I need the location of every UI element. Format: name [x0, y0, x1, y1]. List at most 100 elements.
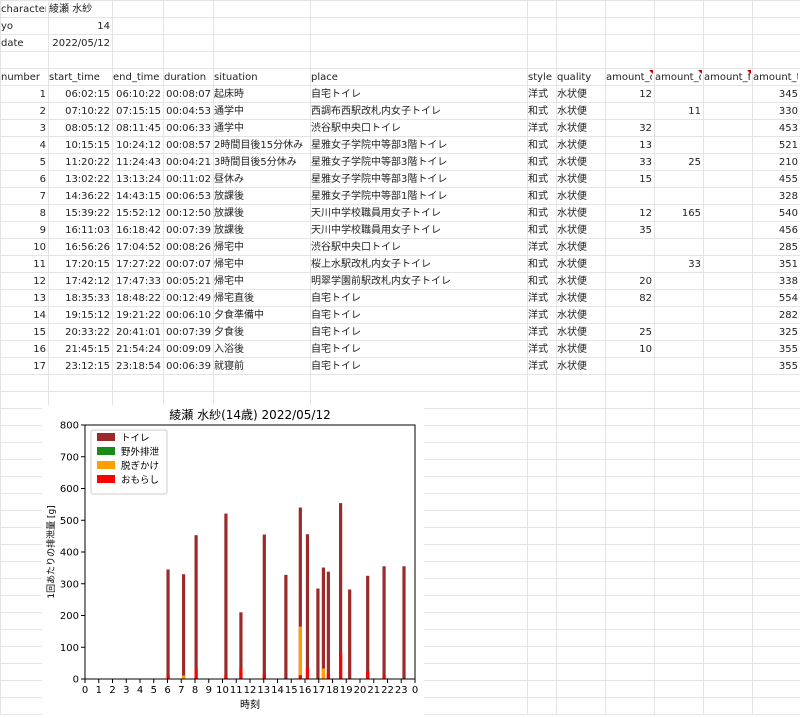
- table-cell[interactable]: 285: [753, 239, 798, 256]
- table-cell[interactable]: 00:07:39: [164, 324, 211, 341]
- column-header[interactable]: situation: [214, 69, 308, 86]
- table-cell[interactable]: 16: [1, 341, 46, 358]
- table-cell[interactable]: 19:15:12: [49, 307, 110, 324]
- table-cell[interactable]: 洋式: [528, 120, 554, 137]
- table-cell[interactable]: 355: [753, 341, 798, 358]
- table-cell[interactable]: 和式: [528, 256, 554, 273]
- table-cell[interactable]: 水状便: [557, 205, 603, 222]
- table-cell[interactable]: 08:11:45: [113, 120, 161, 137]
- table-cell[interactable]: 10:24:12: [113, 137, 161, 154]
- table-cell[interactable]: 330: [753, 103, 798, 120]
- table-cell[interactable]: 14: [1, 307, 46, 324]
- table-cell[interactable]: 通学中: [214, 103, 308, 120]
- table-cell[interactable]: 1: [1, 86, 46, 103]
- table-cell[interactable]: 天川中学校職員用女子トイレ: [311, 222, 525, 239]
- table-cell[interactable]: 12: [606, 205, 652, 222]
- table-cell[interactable]: 25: [606, 324, 652, 341]
- table-cell[interactable]: 14:43:15: [113, 188, 161, 205]
- table-cell[interactable]: 17:47:33: [113, 273, 161, 290]
- table-cell[interactable]: 6: [1, 171, 46, 188]
- table-cell[interactable]: 00:06:33: [164, 120, 211, 137]
- meta-label[interactable]: date: [1, 35, 46, 52]
- column-header[interactable]: quality: [557, 69, 603, 86]
- table-cell[interactable]: 15:39:22: [49, 205, 110, 222]
- table-cell[interactable]: 帰宅中: [214, 239, 308, 256]
- table-cell[interactable]: 放課後: [214, 205, 308, 222]
- table-cell[interactable]: 和式: [528, 103, 554, 120]
- table-cell[interactable]: 165: [655, 205, 701, 222]
- table-cell[interactable]: 洋式: [528, 341, 554, 358]
- table-cell[interactable]: 起床時: [214, 86, 308, 103]
- table-cell[interactable]: 23:12:15: [49, 358, 110, 375]
- table-cell[interactable]: 和式: [528, 171, 554, 188]
- table-cell[interactable]: 11: [655, 103, 701, 120]
- column-header[interactable]: style: [528, 69, 554, 86]
- table-cell[interactable]: 水状便: [557, 103, 603, 120]
- table-cell[interactable]: 554: [753, 290, 798, 307]
- table-cell[interactable]: 就寝前: [214, 358, 308, 375]
- table-cell[interactable]: 桜上水駅改札内女子トイレ: [311, 256, 525, 273]
- table-cell[interactable]: 21:54:24: [113, 341, 161, 358]
- table-cell[interactable]: 放課後: [214, 188, 308, 205]
- meta-label[interactable]: character: [1, 1, 46, 18]
- table-cell[interactable]: 11: [1, 256, 46, 273]
- table-cell[interactable]: 3時間目後5分休み: [214, 154, 308, 171]
- table-cell[interactable]: 23:18:54: [113, 358, 161, 375]
- column-header[interactable]: start_time: [49, 69, 110, 86]
- table-cell[interactable]: 453: [753, 120, 798, 137]
- table-cell[interactable]: 15: [1, 324, 46, 341]
- column-header[interactable]: amount_f: [704, 69, 750, 86]
- table-cell[interactable]: 16:56:26: [49, 239, 110, 256]
- table-cell[interactable]: 00:07:07: [164, 256, 211, 273]
- table-cell[interactable]: 和式: [528, 154, 554, 171]
- table-cell[interactable]: 16:11:03: [49, 222, 110, 239]
- table-cell[interactable]: 540: [753, 205, 798, 222]
- table-cell[interactable]: 13: [1, 290, 46, 307]
- table-cell[interactable]: 18:35:33: [49, 290, 110, 307]
- table-cell[interactable]: 昼休み: [214, 171, 308, 188]
- table-cell[interactable]: 00:12:49: [164, 290, 211, 307]
- table-cell[interactable]: 00:05:21: [164, 273, 211, 290]
- table-cell[interactable]: 08:05:12: [49, 120, 110, 137]
- table-cell[interactable]: 20: [606, 273, 652, 290]
- table-cell[interactable]: 水状便: [557, 256, 603, 273]
- table-cell[interactable]: 17:42:12: [49, 273, 110, 290]
- meta-value[interactable]: 綾瀬 水紗: [49, 1, 110, 18]
- table-cell[interactable]: 82: [606, 290, 652, 307]
- table-cell[interactable]: 355: [753, 358, 798, 375]
- table-cell[interactable]: 32: [606, 120, 652, 137]
- table-cell[interactable]: 33: [606, 154, 652, 171]
- table-cell[interactable]: 11:24:43: [113, 154, 161, 171]
- table-cell[interactable]: 帰宅中: [214, 256, 308, 273]
- table-cell[interactable]: 和式: [528, 222, 554, 239]
- table-cell[interactable]: 洋式: [528, 307, 554, 324]
- table-cell[interactable]: 06:10:22: [113, 86, 161, 103]
- table-cell[interactable]: 21:45:15: [49, 341, 110, 358]
- table-cell[interactable]: 00:04:53: [164, 103, 211, 120]
- table-cell[interactable]: 455: [753, 171, 798, 188]
- table-cell[interactable]: 渋谷駅中央口トイレ: [311, 120, 525, 137]
- table-cell[interactable]: 自宅トイレ: [311, 290, 525, 307]
- table-cell[interactable]: 西調布西駅改札内女子トイレ: [311, 103, 525, 120]
- table-cell[interactable]: 13:13:24: [113, 171, 161, 188]
- table-cell[interactable]: 水状便: [557, 341, 603, 358]
- table-cell[interactable]: 11:20:22: [49, 154, 110, 171]
- table-cell[interactable]: 水状便: [557, 290, 603, 307]
- table-cell[interactable]: 和式: [528, 205, 554, 222]
- table-cell[interactable]: 帰宅中: [214, 273, 308, 290]
- table-cell[interactable]: 自宅トイレ: [311, 341, 525, 358]
- table-cell[interactable]: 10: [1, 239, 46, 256]
- table-cell[interactable]: 水状便: [557, 120, 603, 137]
- table-cell[interactable]: 10: [606, 341, 652, 358]
- table-cell[interactable]: 20:41:01: [113, 324, 161, 341]
- table-cell[interactable]: 水状便: [557, 86, 603, 103]
- table-cell[interactable]: 07:10:22: [49, 103, 110, 120]
- table-cell[interactable]: 星雅女子学院中等部3階トイレ: [311, 154, 525, 171]
- column-header[interactable]: amount_c: [606, 69, 652, 86]
- table-cell[interactable]: 和式: [528, 273, 554, 290]
- table-cell[interactable]: 06:02:15: [49, 86, 110, 103]
- table-cell[interactable]: 00:07:39: [164, 222, 211, 239]
- table-cell[interactable]: 水状便: [557, 171, 603, 188]
- table-cell[interactable]: 3: [1, 120, 46, 137]
- table-cell[interactable]: 345: [753, 86, 798, 103]
